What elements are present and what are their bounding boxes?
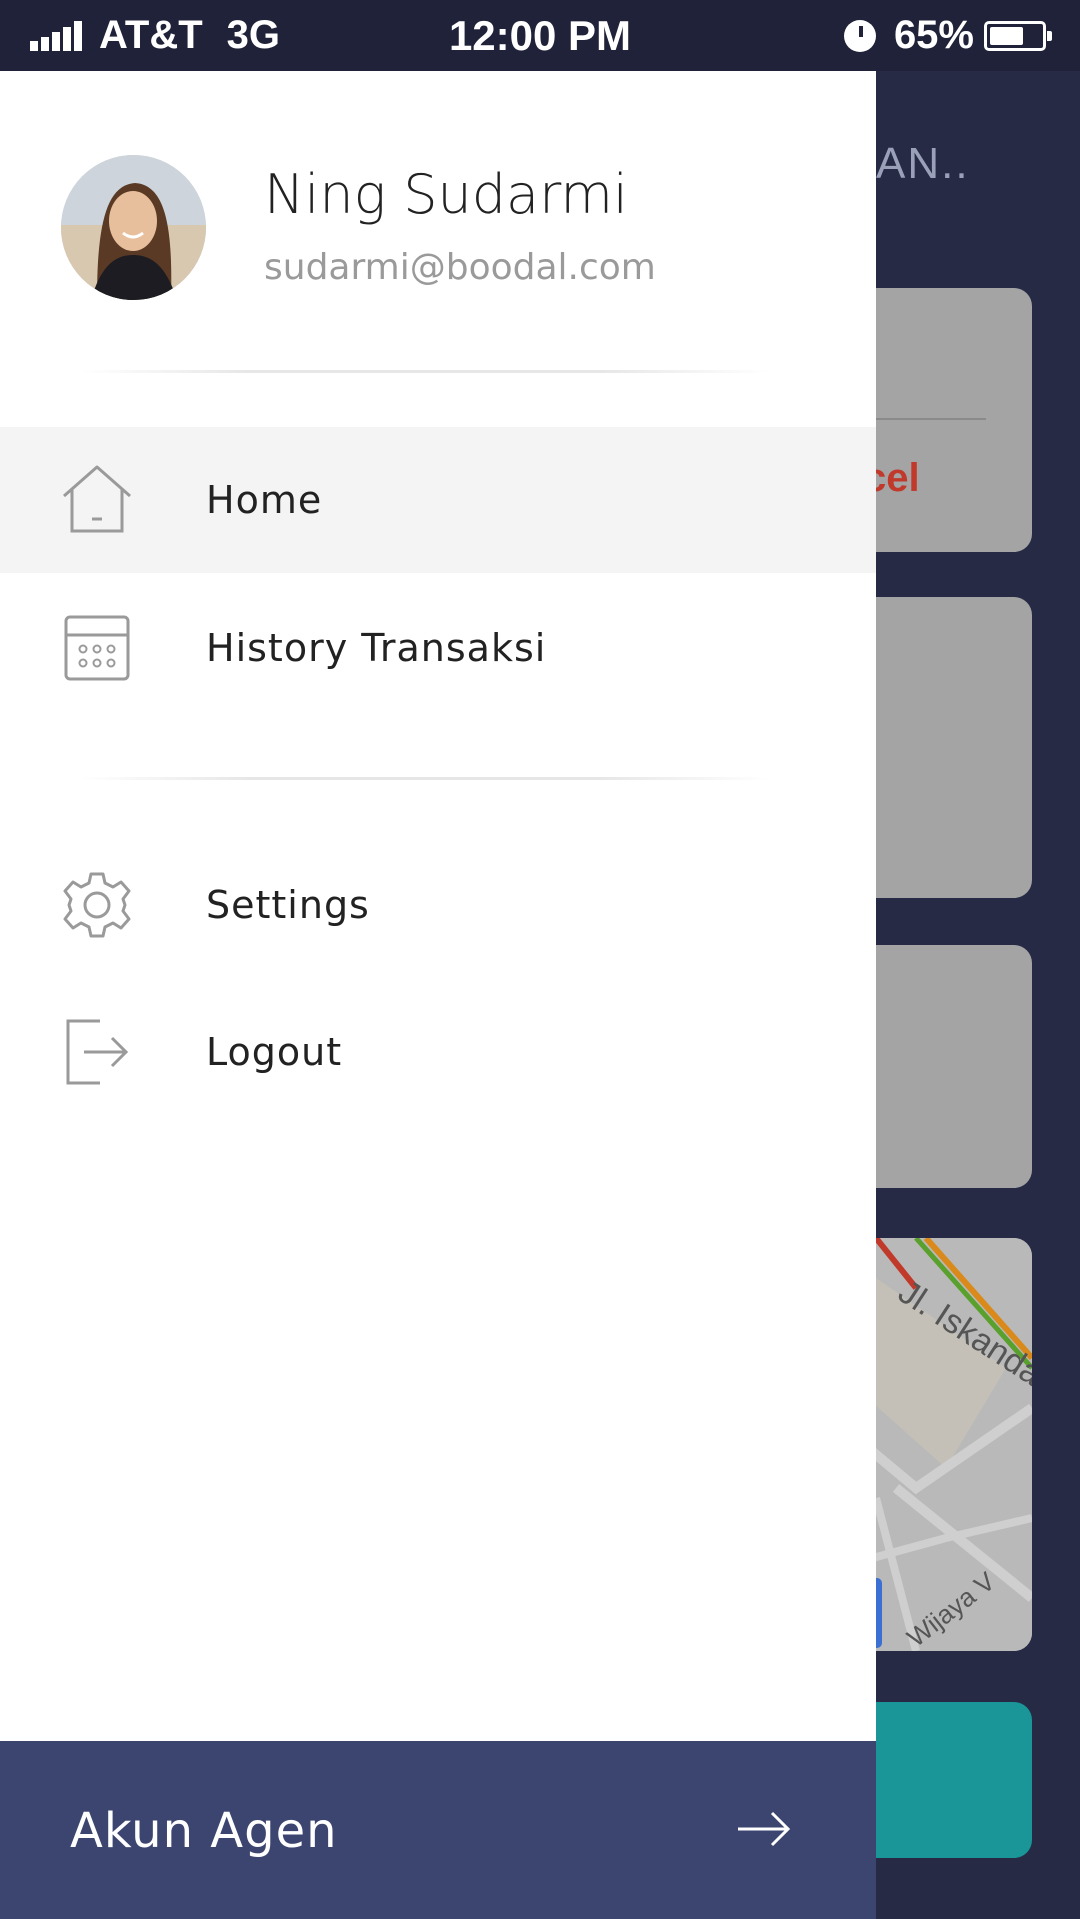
gear-icon <box>63 872 131 938</box>
battery-icon <box>984 20 1052 51</box>
arrow-right-icon <box>738 1811 791 1847</box>
menu-item-label: History Transaksi <box>206 626 547 670</box>
map-card[interactable]: Jl. Iskanda Wijaya V <box>876 1238 1032 1651</box>
menu-item-history-transaksi[interactable]: History Transaksi <box>0 575 876 721</box>
profile-email: sudarmi@boodal.com <box>264 247 656 288</box>
background-card[interactable] <box>876 945 1032 1188</box>
calculator-icon <box>64 615 130 681</box>
menu-item-label: Settings <box>206 883 370 927</box>
battery-percent: 65% <box>893 13 974 57</box>
profile-divider <box>80 370 770 373</box>
logout-icon <box>66 1019 129 1085</box>
alarm-clock-icon <box>843 19 876 52</box>
menu-item-label: Home <box>206 478 323 522</box>
map-view[interactable]: Jl. Iskanda Wijaya V <box>876 1238 1032 1651</box>
background-card[interactable]: cel <box>876 288 1032 552</box>
home-icon <box>63 465 131 533</box>
card-divider <box>876 418 986 420</box>
menu-item-logout[interactable]: Logout <box>0 979 876 1125</box>
background-card[interactable] <box>876 597 1032 898</box>
cancel-button[interactable]: cel <box>876 456 920 501</box>
footer-label: Akun Agen <box>70 1803 338 1859</box>
background-app-title: AN.. <box>876 139 970 188</box>
background-action-button[interactable] <box>876 1702 1032 1858</box>
navigation-drawer: Ning Sudarmi sudarmi@boodal.com Home His… <box>0 71 876 1919</box>
avatar[interactable] <box>61 155 206 300</box>
akun-agen-button[interactable]: Akun Agen <box>0 1741 876 1919</box>
profile-name: Ning Sudarmi <box>264 163 628 226</box>
menu-item-label: Logout <box>206 1030 343 1074</box>
status-bar: AT&T 3G 12:00 PM 65% <box>0 0 1080 71</box>
background-app[interactable]: AN.. cel Jl. Iskanda Wijaya V <box>876 71 1080 1919</box>
battery-fill <box>990 26 1023 45</box>
menu-divider <box>80 777 770 780</box>
avatar-photo <box>61 155 206 300</box>
menu-item-home[interactable]: Home <box>0 427 876 573</box>
status-right: 65% <box>843 0 1052 71</box>
menu-item-settings[interactable]: Settings <box>0 832 876 978</box>
